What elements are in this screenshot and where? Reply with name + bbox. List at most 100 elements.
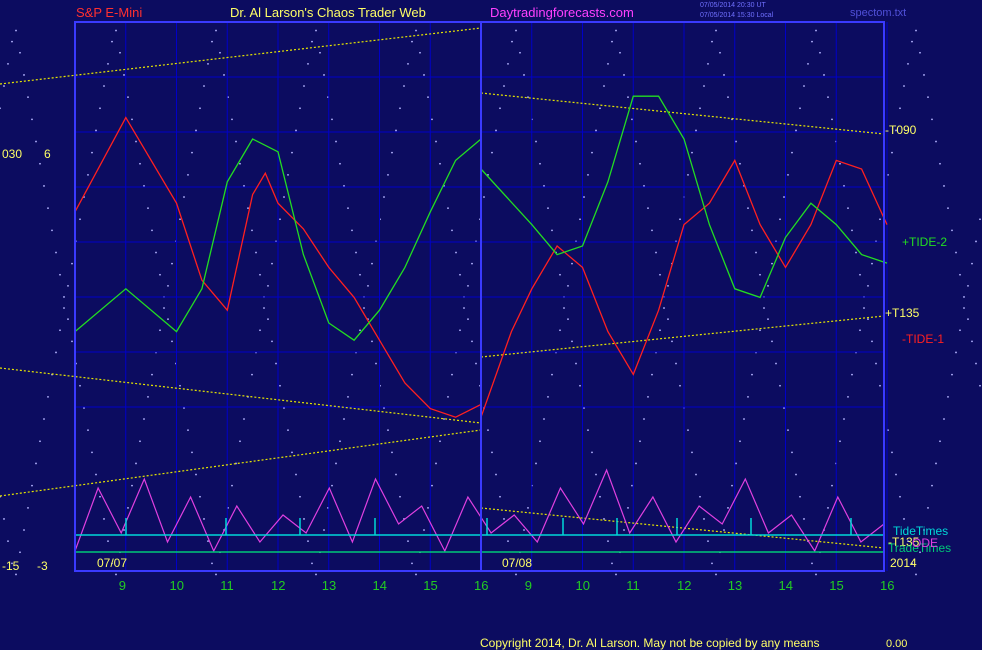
wave-dot [779,384,781,387]
wave-dot [51,229,53,232]
wave-dot [223,74,225,76]
wave-dot [271,262,273,265]
wave-dot [423,74,425,76]
wave-dot [979,218,981,221]
wave-dot [251,229,253,232]
wave-dot [351,229,353,232]
wave-dot [283,196,285,198]
header-site: Daytradingforecasts.com [490,5,634,20]
wave-dot [871,262,873,265]
wave-dot [971,262,973,265]
wave-dot [495,129,497,132]
wave-dot [231,484,233,487]
wave-dot [355,251,357,254]
wave-dot [535,462,537,465]
wave-dot [267,318,269,321]
wave-dot [359,273,361,276]
wave-dot [387,429,389,432]
wave-dot [687,173,689,176]
wave-dot [939,440,941,443]
wave-dot [55,251,57,254]
wave-dot [203,85,205,87]
wave-dot [515,29,517,32]
wave-dot [819,51,821,54]
wave-dot [331,484,333,487]
wave-dot [619,51,621,54]
wave-dot [647,207,649,210]
wave-dot [279,218,281,221]
wave-dot [679,384,681,387]
wave-dot [955,251,957,254]
wave-dot [19,51,21,54]
wave-dot [947,207,949,210]
wave-dot [727,506,729,509]
header-file: spectom.txt [850,7,906,19]
wave-dot [399,495,401,498]
label-tide1: -TIDE-1 [902,332,944,346]
wave-dot [135,462,137,465]
wave-dot [303,85,305,87]
wave-dot [191,451,193,454]
wave-dot [787,173,789,176]
wave-dot [443,418,445,420]
wave-dot [687,429,689,432]
wave-dot [423,529,425,531]
wave-dot [103,518,105,520]
wave-dot [427,96,429,99]
wave-dot [755,251,757,254]
wave-dot [823,74,825,76]
wave-dot [943,418,945,420]
wave-dot [119,51,121,54]
wave-dot [23,74,25,76]
wave-dot [487,429,489,432]
wave-dot [195,129,197,132]
left-scale-bottom-2: -3 [37,559,48,573]
wave-dot [899,107,901,110]
wave-dot [343,418,345,420]
wave-dot [99,107,101,110]
hour-tick-label: 15 [423,578,437,593]
hour-tick-label: 10 [576,578,590,593]
wave-dot [967,318,969,321]
wave-dot [915,29,917,32]
wave-dot [19,551,21,554]
wave-dot [195,473,197,476]
wave-dot [251,373,253,376]
wave-dot [667,318,669,321]
wave-dot [27,96,29,99]
projection-line [0,429,482,497]
wave-dot [7,62,9,65]
wave-dot [287,173,289,176]
wave-dot [871,340,873,343]
wave-dot [891,451,893,454]
wave-dot [291,151,293,154]
time-wave-dots [0,29,981,576]
wave-dot [127,96,129,99]
wave-dot [539,440,541,443]
wave-dot [647,395,649,398]
wave-dot [315,573,317,576]
wave-dot [739,440,741,443]
wave-dot [551,229,553,232]
wave-dot [867,318,869,321]
year-label: 2014 [890,556,917,570]
copyright: Copyright 2014, Dr. Al Larson. May not b… [480,636,820,650]
wave-dot [611,40,613,43]
wave-dot [447,395,449,398]
wave-dot [431,118,433,121]
wave-dot [803,85,805,87]
wave-dot [775,362,777,365]
wave-dot [779,218,781,221]
wave-dot [219,51,221,54]
wave-dot [371,340,373,343]
wave-dot [703,518,705,520]
wave-dot [627,96,629,99]
wave-dot [427,506,429,509]
wave-dot [483,196,485,198]
wave-dot [467,318,469,321]
wave-dot [463,307,465,309]
wave-dot [915,573,917,576]
wave-dot [667,284,669,287]
wave-dot [771,340,773,343]
wave-dot [311,40,313,43]
